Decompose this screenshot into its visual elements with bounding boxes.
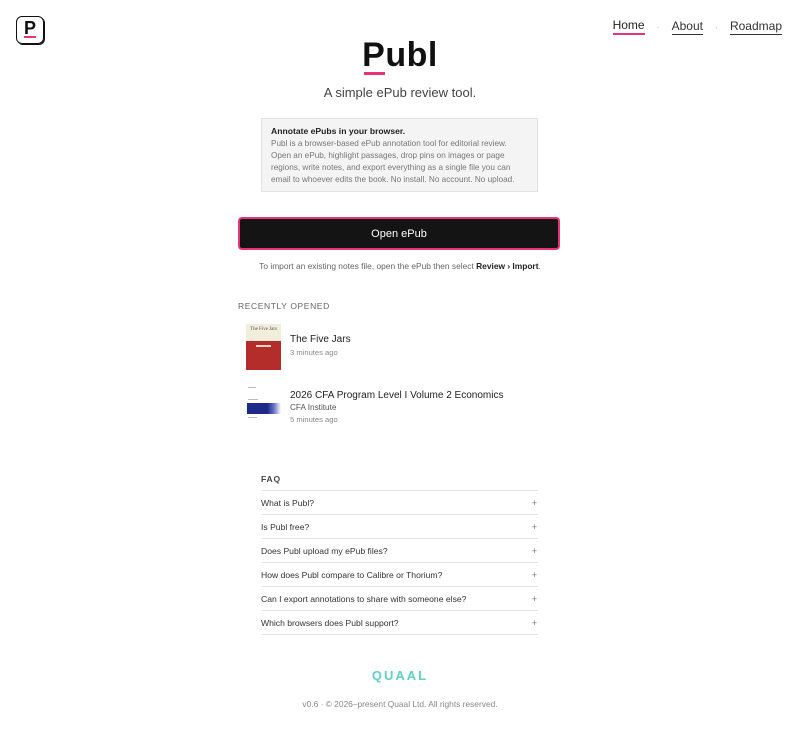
import-hint: To import an existing notes file, open t… [0, 261, 800, 271]
book-author: CFA Institute [290, 403, 337, 412]
faq-question: Does Publ upload my ePub files? [261, 545, 388, 556]
expand-plus-icon: + [531, 569, 537, 580]
book-cover: The Five Jars [246, 324, 281, 370]
faq-heading: FAQ [261, 474, 281, 484]
top-nav: Home · About · Roadmap [612, 18, 782, 35]
title-accent-underline [364, 72, 385, 75]
intro-body: Publ is a browser-based ePub annotation … [271, 139, 515, 184]
expand-plus-icon: + [531, 545, 537, 556]
book-opened-time: 3 minutes ago [290, 348, 338, 357]
expand-plus-icon: + [531, 521, 537, 532]
nav-separator: · [714, 21, 718, 32]
faq-question: Can I export annotations to share with s… [261, 593, 467, 604]
import-hint-path: Review › Import [476, 261, 539, 271]
expand-plus-icon: + [531, 617, 537, 628]
quaal-logo[interactable]: QUAAL [0, 668, 800, 683]
open-epub-button[interactable]: Open ePub [238, 217, 560, 250]
book-opened-time: 5 minutes ago [290, 415, 338, 424]
faq-item[interactable]: Can I export annotations to share with s… [261, 586, 538, 610]
book-cover [246, 383, 281, 429]
faq-question: Which browsers does Publ support? [261, 617, 399, 628]
recent-book-item[interactable]: The Five Jars The Five Jars 3 minutes ag… [246, 324, 351, 370]
recent-book-item[interactable]: 2026 CFA Program Level I Volume 2 Econom… [246, 383, 503, 429]
faq-item[interactable]: Which browsers does Publ support? + [261, 610, 538, 635]
nav-roadmap-link[interactable]: Roadmap [729, 19, 782, 35]
page-subtitle: A simple ePub review tool. [323, 85, 477, 100]
faq-item[interactable]: Is Publ free? + [261, 514, 538, 538]
faq-question: Is Publ free? [261, 521, 310, 532]
expand-plus-icon: + [531, 593, 537, 604]
intro-heading: Annotate ePubs in your browser. [271, 126, 406, 136]
import-hint-suffix: . [538, 261, 541, 271]
nav-about-link[interactable]: About [671, 19, 703, 35]
book-title: 2026 CFA Program Level I Volume 2 Econom… [290, 390, 504, 401]
faq-item[interactable]: Does Publ upload my ePub files? + [261, 538, 538, 562]
recently-opened-heading: RECENTLY OPENED [238, 301, 330, 311]
page-title: Publ [362, 36, 438, 74]
faq-list: What is Publ? + Is Publ free? + Does Pub… [261, 490, 538, 635]
nav-home-link[interactable]: Home [612, 18, 645, 35]
faq-question: What is Publ? [261, 497, 315, 508]
faq-question: How does Publ compare to Calibre or Thor… [261, 569, 443, 580]
import-hint-prefix: To import an existing notes file, open t… [259, 261, 477, 271]
faq-item[interactable]: How does Publ compare to Calibre or Thor… [261, 562, 538, 586]
book-title: The Five Jars [290, 334, 351, 345]
nav-separator: · [656, 21, 660, 32]
footer-text: v0.6 · © 2026–present Quaal Ltd. All rig… [302, 699, 498, 709]
faq-item[interactable]: What is Publ? + [261, 490, 538, 514]
intro-box: Annotate ePubs in your browser. Publ is … [261, 118, 538, 192]
expand-plus-icon: + [531, 497, 537, 508]
